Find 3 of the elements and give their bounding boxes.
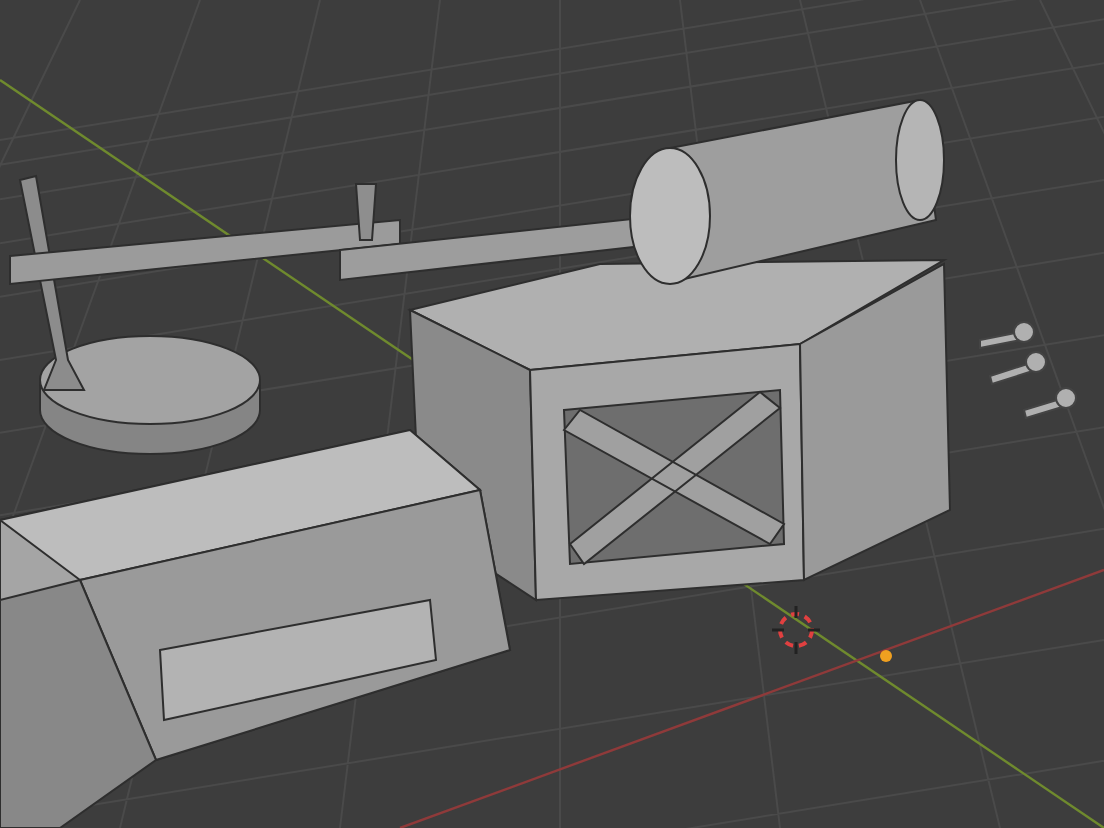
screws-drawing [979, 321, 1077, 420]
3d-cursor-icon[interactable] [770, 604, 822, 656]
origin-dot [880, 650, 892, 662]
